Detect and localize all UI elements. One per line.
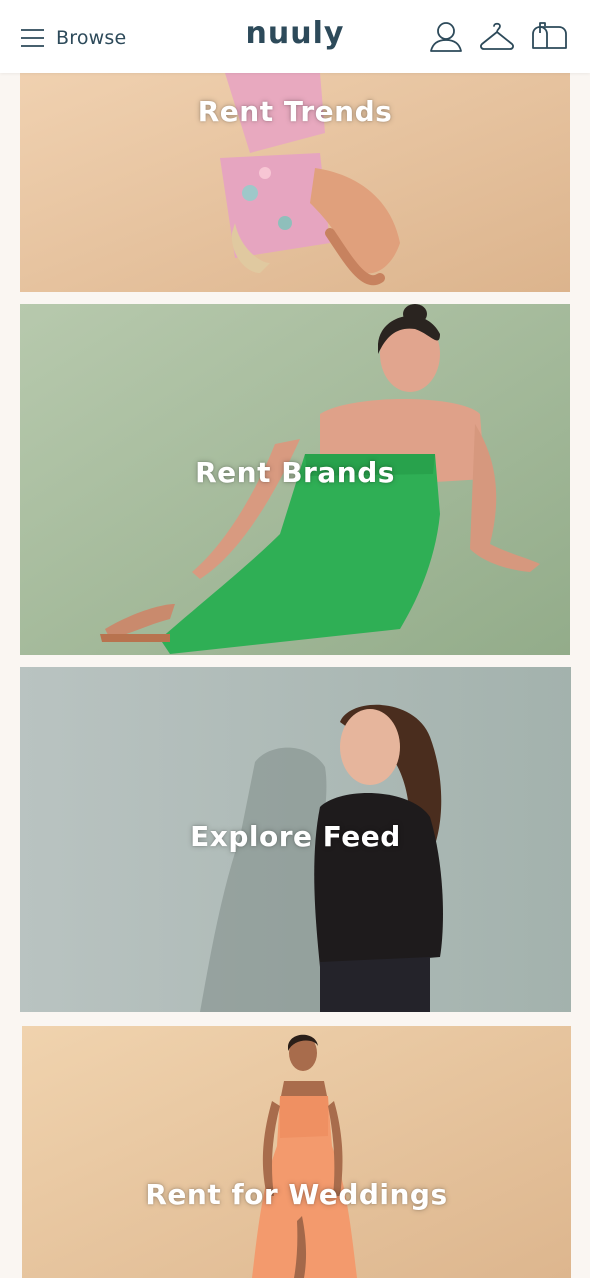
tile-label: Rent Brands xyxy=(195,456,395,489)
tile-label: Rent Trends xyxy=(197,95,393,128)
account-icon xyxy=(428,20,464,54)
tile-rent-for-weddings[interactable]: Rent for Weddings xyxy=(22,1026,571,1278)
tile-explore-feed[interactable]: Explore Feed xyxy=(20,667,571,1012)
top-header: Browse nuuly xyxy=(0,0,590,73)
account-button[interactable] xyxy=(428,20,464,54)
logo-text: nuuly xyxy=(245,16,345,51)
mailbox-icon xyxy=(531,20,567,54)
tile-rent-trends[interactable]: Rent Trends xyxy=(20,73,570,292)
hanger-icon xyxy=(479,20,515,54)
tile-label: Explore Feed xyxy=(190,820,401,853)
tile-rent-brands[interactable]: Rent Brands xyxy=(20,304,570,655)
closet-button[interactable] xyxy=(479,20,515,54)
tile-label: Rent for Weddings xyxy=(145,1178,448,1211)
rent-for-weddings-image xyxy=(22,1026,571,1278)
shipments-button[interactable] xyxy=(531,20,567,54)
